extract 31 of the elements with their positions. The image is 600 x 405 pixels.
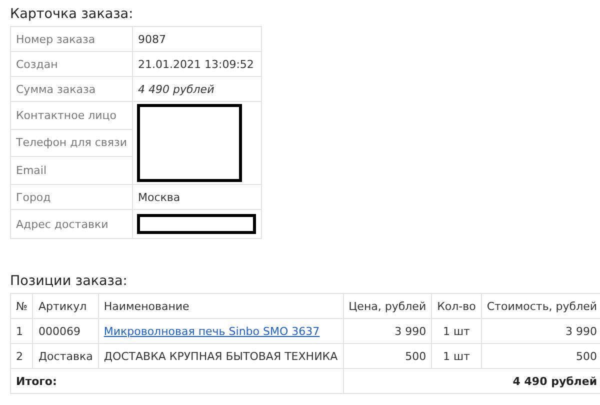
field-value: 9087 [132, 26, 262, 52]
table-cell: 500 [343, 344, 432, 368]
field-value: 21.01.2021 13:09:52 [132, 52, 262, 76]
section-title: Карточка заказа: [10, 6, 134, 22]
column-header: Цена, рублей [343, 294, 432, 318]
total-label: Итого: [16, 374, 57, 388]
table-cell: 2 [10, 344, 33, 368]
column-header: № [10, 294, 33, 318]
table-cell: 3 990 [343, 318, 432, 344]
column-header: Артикул [32, 294, 98, 318]
table-cell: 1 шт [432, 318, 482, 344]
table-cell: Доставка [32, 344, 98, 368]
field-label: Сумма заказа [10, 76, 133, 102]
field-label: Город [10, 184, 133, 210]
column-header: Наименование [98, 294, 344, 318]
table-cell: 1 шт [432, 344, 482, 368]
field-label: Телефон для связи [10, 129, 133, 157]
field-label: Номер заказа [10, 26, 133, 52]
table-cell: ДОСТАВКА КРУПНАЯ БЫТОВАЯ ТЕХНИКА [98, 344, 344, 368]
field-label: Создан [10, 52, 133, 76]
section-title: Позиции заказа: [10, 273, 128, 289]
field-value: Москва [132, 184, 262, 210]
column-header: Кол-во [432, 294, 482, 318]
field-label: Email [10, 156, 133, 184]
field-label: Контактное лицо [10, 102, 133, 130]
total-value: 4 490 рублей [512, 374, 598, 388]
table-cell: 000069 [32, 318, 98, 344]
column-header: Стоимость, рублей [481, 294, 600, 318]
field-value: 4 490 рублей [132, 76, 262, 102]
field-label: Адрес доставки [10, 210, 133, 238]
table-cell: 1 [10, 318, 33, 344]
